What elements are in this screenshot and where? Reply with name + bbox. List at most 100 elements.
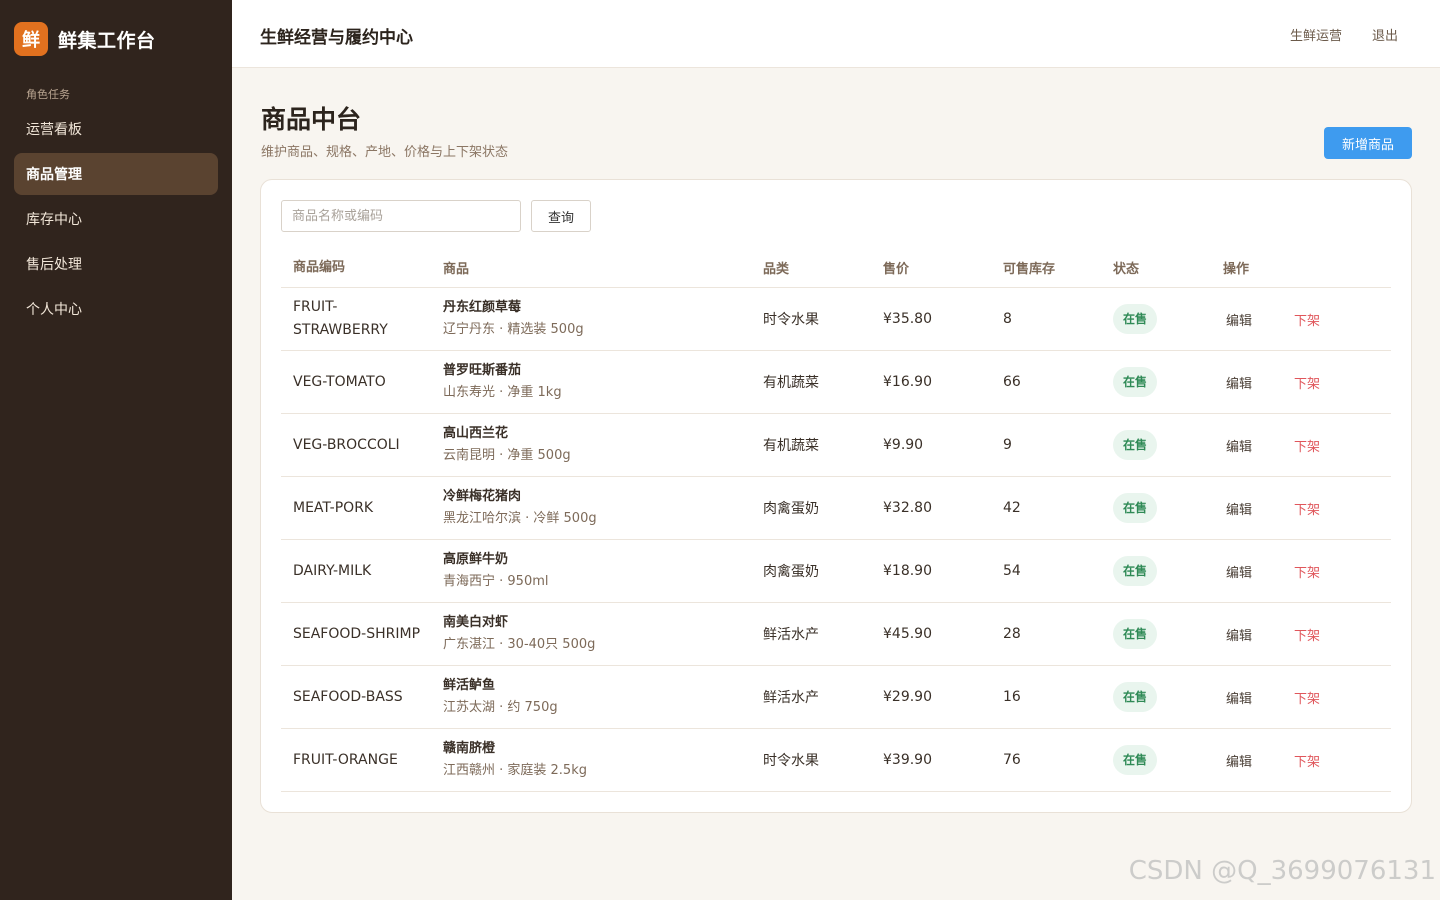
status-cell: 在售 <box>1101 619 1211 649</box>
ops-cell: 编辑 下架 <box>1211 751 1391 770</box>
product-price: ¥29.90 <box>883 689 932 705</box>
product-cell: 鲜活鲈鱼 江苏太湖 · 约 750g <box>431 675 751 719</box>
delist-button[interactable]: 下架 <box>1294 625 1320 644</box>
product-price: ¥32.80 <box>883 500 932 516</box>
product-price: ¥39.90 <box>883 752 932 768</box>
logout-link[interactable]: 退出 <box>1372 25 1398 44</box>
product-category: 时令水果 <box>763 312 819 328</box>
header-status: 状态 <box>1113 262 1140 277</box>
header-ops: 操作 <box>1223 262 1250 277</box>
product-meta: 江苏太湖 · 约 750g <box>443 700 558 715</box>
table-row: SEAFOOD-BASS 鲜活鲈鱼 江苏太湖 · 约 750g 鲜活水产 ¥29… <box>281 666 1391 729</box>
product-code: FRUIT-ORANGE <box>293 751 398 768</box>
product-name: 南美白对虾 <box>443 615 509 630</box>
product-price: ¥16.90 <box>883 374 932 390</box>
edit-button[interactable]: 编辑 <box>1226 625 1252 644</box>
product-category: 肉禽蛋奶 <box>763 501 819 517</box>
edit-button[interactable]: 编辑 <box>1226 310 1252 329</box>
status-badge: 在售 <box>1113 430 1158 460</box>
product-category: 肉禽蛋奶 <box>763 564 819 580</box>
product-name: 冷鲜梅花猪肉 <box>443 489 522 504</box>
product-price: ¥35.80 <box>883 311 932 327</box>
product-name: 赣南脐橙 <box>443 741 496 756</box>
product-table-card: 查询 商品编码 商品 品类 售价 可售库存 状态 操作 FRUIT-STRAWB… <box>260 179 1412 813</box>
header-code: 商品编码 <box>293 260 346 275</box>
sidebar-item-inventory[interactable]: 库存中心 <box>14 198 218 240</box>
table-row: SEAFOOD-SHRIMP 南美白对虾 广东湛江 · 30-40只 500g … <box>281 603 1391 666</box>
edit-button[interactable]: 编辑 <box>1226 751 1252 770</box>
status-cell: 在售 <box>1101 745 1211 775</box>
edit-button[interactable]: 编辑 <box>1226 562 1252 581</box>
page-subtitle: 维护商品、规格、产地、价格与上下架状态 <box>261 145 509 160</box>
edit-button[interactable]: 编辑 <box>1226 499 1252 518</box>
delist-button[interactable]: 下架 <box>1294 562 1320 581</box>
header-product: 商品 <box>443 262 470 277</box>
table-row: VEG-BROCCOLI 高山西兰花 云南昆明 · 净重 500g 有机蔬菜 ¥… <box>281 414 1391 477</box>
product-price: ¥45.90 <box>883 626 932 642</box>
product-code: FRUIT-STRAWBERRY <box>293 299 388 338</box>
edit-button[interactable]: 编辑 <box>1226 688 1252 707</box>
product-meta: 黑龙江哈尔滨 · 冷鲜 500g <box>443 511 597 526</box>
product-meta: 青海西宁 · 950ml <box>443 574 549 589</box>
sidebar-nav: 运营看板 商品管理 库存中心 售后处理 个人中心 <box>14 108 218 333</box>
ops-cell: 编辑 下架 <box>1211 310 1391 329</box>
edit-button[interactable]: 编辑 <box>1226 436 1252 455</box>
top-bar-actions: 生鲜运营 退出 <box>1290 25 1398 44</box>
brand-name: 鲜集工作台 <box>58 29 156 52</box>
sidebar-item-profile[interactable]: 个人中心 <box>14 288 218 330</box>
header-category: 品类 <box>763 262 790 277</box>
product-category: 鲜活水产 <box>763 627 819 643</box>
table-row: MEAT-PORK 冷鲜梅花猪肉 黑龙江哈尔滨 · 冷鲜 500g 肉禽蛋奶 ¥… <box>281 477 1391 540</box>
delist-button[interactable]: 下架 <box>1294 688 1320 707</box>
ops-cell: 编辑 下架 <box>1211 688 1391 707</box>
product-stock: 42 <box>1003 500 1021 516</box>
delist-button[interactable]: 下架 <box>1294 310 1320 329</box>
search-input[interactable] <box>281 200 521 232</box>
product-name: 丹东红颜草莓 <box>443 300 522 315</box>
status-cell: 在售 <box>1101 367 1211 397</box>
product-stock: 16 <box>1003 689 1021 705</box>
product-code: SEAFOOD-SHRIMP <box>293 625 421 642</box>
header-stock: 可售库存 <box>1003 262 1056 277</box>
ops-cell: 编辑 下架 <box>1211 373 1391 392</box>
status-cell: 在售 <box>1101 682 1211 712</box>
table-row: FRUIT-STRAWBERRY 丹东红颜草莓 辽宁丹东 · 精选装 500g … <box>281 288 1391 351</box>
add-product-button[interactable]: 新增商品 <box>1324 127 1412 159</box>
sidebar-item-products[interactable]: 商品管理 <box>14 153 218 195</box>
product-name: 高原鲜牛奶 <box>443 552 509 567</box>
delist-button[interactable]: 下架 <box>1294 436 1320 455</box>
delist-button[interactable]: 下架 <box>1294 499 1320 518</box>
sidebar-item-dashboard[interactable]: 运营看板 <box>14 108 218 150</box>
ops-cell: 编辑 下架 <box>1211 562 1391 581</box>
product-code: MEAT-PORK <box>293 499 374 516</box>
product-cell: 高原鲜牛奶 青海西宁 · 950ml <box>431 549 751 593</box>
status-badge: 在售 <box>1113 367 1158 397</box>
product-code: DAIRY-MILK <box>293 562 372 579</box>
ops-cell: 编辑 下架 <box>1211 436 1391 455</box>
delist-button[interactable]: 下架 <box>1294 373 1320 392</box>
product-cell: 丹东红颜草莓 辽宁丹东 · 精选装 500g <box>431 297 751 341</box>
status-cell: 在售 <box>1101 493 1211 523</box>
app-title: 生鲜经营与履约中心 <box>260 28 413 48</box>
product-cell: 赣南脐橙 江西赣州 · 家庭装 2.5kg <box>431 738 751 782</box>
current-role-label[interactable]: 生鲜运营 <box>1290 25 1342 44</box>
product-name: 鲜活鲈鱼 <box>443 678 496 693</box>
query-button[interactable]: 查询 <box>531 200 591 232</box>
table-row: FRUIT-ORANGE 赣南脐橙 江西赣州 · 家庭装 2.5kg 时令水果 … <box>281 729 1391 792</box>
status-cell: 在售 <box>1101 304 1211 334</box>
table-body: FRUIT-STRAWBERRY 丹东红颜草莓 辽宁丹东 · 精选装 500g … <box>281 288 1391 792</box>
product-cell: 冷鲜梅花猪肉 黑龙江哈尔滨 · 冷鲜 500g <box>431 486 751 530</box>
edit-button[interactable]: 编辑 <box>1226 373 1252 392</box>
status-badge: 在售 <box>1113 304 1158 334</box>
product-name: 高山西兰花 <box>443 426 509 441</box>
delist-button[interactable]: 下架 <box>1294 751 1320 770</box>
sidebar-section-label: 角色任务 <box>26 88 70 101</box>
product-stock: 54 <box>1003 563 1021 579</box>
sidebar: 鲜 鲜集工作台 角色任务 运营看板 商品管理 库存中心 售后处理 个人中心 <box>0 0 232 900</box>
table-header: 商品编码 商品 品类 售价 可售库存 状态 操作 <box>281 248 1391 288</box>
table-row: VEG-TOMATO 普罗旺斯番茄 山东寿光 · 净重 1kg 有机蔬菜 ¥16… <box>281 351 1391 414</box>
sidebar-item-after-sales[interactable]: 售后处理 <box>14 243 218 285</box>
product-stock: 9 <box>1003 437 1012 453</box>
status-cell: 在售 <box>1101 556 1211 586</box>
brand[interactable]: 鲜 鲜集工作台 <box>14 22 156 56</box>
